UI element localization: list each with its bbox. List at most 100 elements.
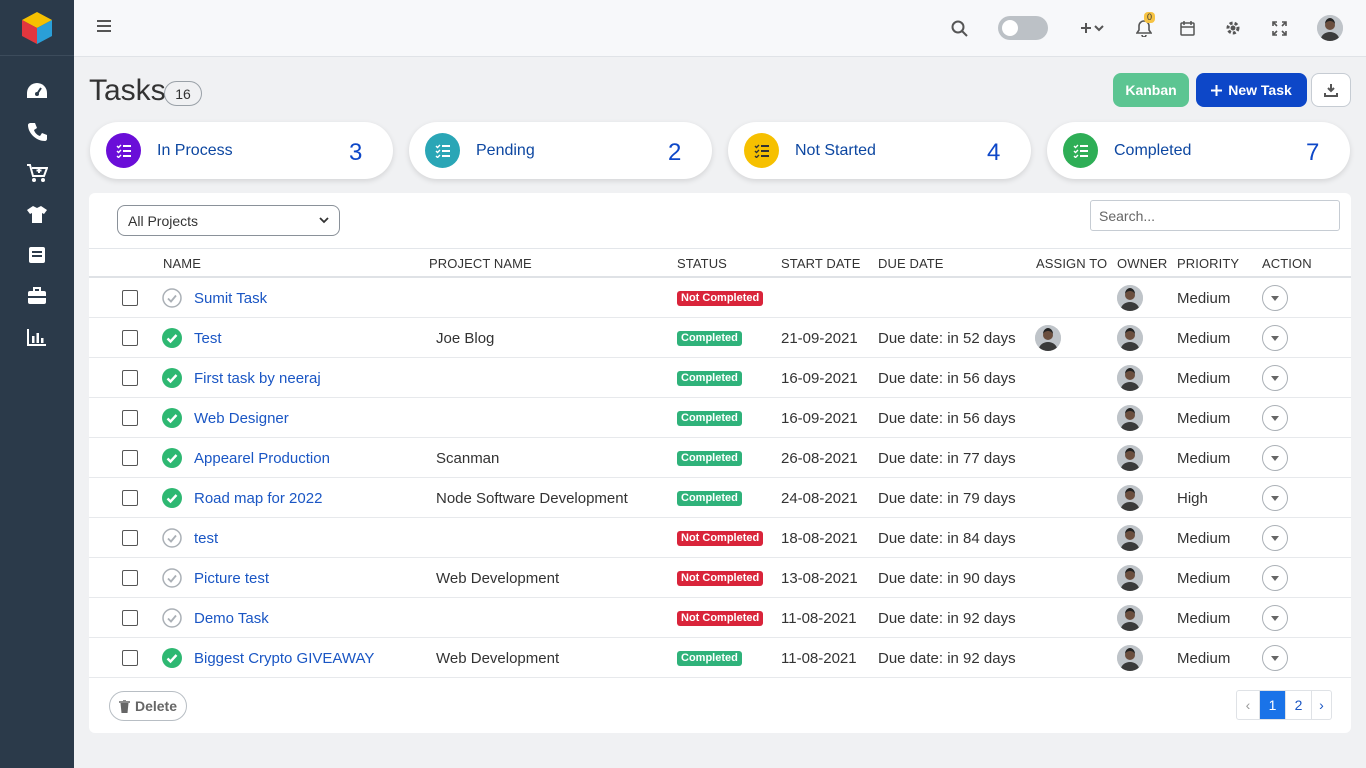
row-checkbox[interactable] bbox=[122, 650, 138, 666]
task-name-link[interactable]: First task by neeraj bbox=[194, 370, 321, 387]
due-date: Due date: in 84 days bbox=[878, 530, 1016, 547]
task-name-link[interactable]: Web Designer bbox=[194, 410, 289, 427]
status-badge: Not Completed bbox=[677, 611, 764, 626]
search-input[interactable] bbox=[1090, 200, 1340, 231]
task-name-link[interactable]: Appearel Production bbox=[194, 450, 330, 467]
pagination-prev[interactable]: ‹ bbox=[1237, 691, 1259, 719]
row-action-dropdown[interactable] bbox=[1262, 405, 1288, 431]
fullscreen-button[interactable] bbox=[1268, 14, 1290, 42]
task-name-link[interactable]: Demo Task bbox=[194, 610, 269, 627]
owner-avatar[interactable] bbox=[1117, 285, 1143, 311]
column-header[interactable]: ACTION bbox=[1262, 256, 1312, 271]
bar-chart-icon bbox=[27, 328, 46, 346]
sidebar-item-reports[interactable] bbox=[0, 316, 74, 357]
row-action-dropdown[interactable] bbox=[1262, 485, 1288, 511]
task-name-link[interactable]: Picture test bbox=[194, 570, 269, 587]
pagination-page-1[interactable]: 1 bbox=[1259, 691, 1285, 719]
check-circle-filled-icon[interactable] bbox=[162, 488, 182, 508]
pagination-page-2[interactable]: 2 bbox=[1285, 691, 1311, 719]
sidebar-item-calls[interactable] bbox=[0, 111, 74, 152]
sidebar-item-cart[interactable] bbox=[0, 152, 74, 193]
calendar-button[interactable] bbox=[1176, 14, 1198, 42]
owner-avatar[interactable] bbox=[1117, 405, 1143, 431]
check-circle-filled-icon[interactable] bbox=[162, 408, 182, 428]
row-action-dropdown[interactable] bbox=[1262, 565, 1288, 591]
search-button[interactable] bbox=[948, 14, 970, 42]
owner-avatar[interactable] bbox=[1117, 365, 1143, 391]
task-name-link[interactable]: Biggest Crypto GIVEAWAY bbox=[194, 650, 374, 667]
stat-card-not-started[interactable]: Not Started 4 bbox=[728, 122, 1031, 179]
assignee-avatar[interactable] bbox=[1035, 325, 1061, 351]
settings-button[interactable] bbox=[1222, 14, 1244, 42]
check-circle-filled-icon[interactable] bbox=[162, 368, 182, 388]
row-action-dropdown[interactable] bbox=[1262, 285, 1288, 311]
row-checkbox[interactable] bbox=[122, 450, 138, 466]
table-row: Test Joe Blog Completed 21-09-2021 Due date:… bbox=[89, 318, 1351, 358]
column-header[interactable]: OWNER bbox=[1117, 256, 1167, 271]
delete-button[interactable]: Delete bbox=[109, 691, 187, 721]
task-name-link[interactable]: Test bbox=[194, 330, 222, 347]
column-header[interactable]: STATUS bbox=[677, 256, 727, 271]
row-action-dropdown[interactable] bbox=[1262, 365, 1288, 391]
priority: Medium bbox=[1177, 450, 1231, 467]
owner-avatar[interactable] bbox=[1117, 485, 1143, 511]
task-name-link[interactable]: Sumit Task bbox=[194, 290, 267, 307]
menu-toggle-button[interactable] bbox=[96, 18, 112, 34]
column-header[interactable]: PRIORITY bbox=[1177, 256, 1239, 271]
row-checkbox[interactable] bbox=[122, 370, 138, 386]
row-checkbox[interactable] bbox=[122, 330, 138, 346]
check-circle-outline-icon[interactable] bbox=[162, 568, 182, 588]
project-filter-select[interactable]: All Projects bbox=[117, 205, 340, 236]
tasks-list-icon bbox=[744, 133, 779, 168]
row-checkbox[interactable] bbox=[122, 530, 138, 546]
stat-label: In Process bbox=[157, 142, 233, 159]
row-action-dropdown[interactable] bbox=[1262, 645, 1288, 671]
owner-avatar[interactable] bbox=[1117, 605, 1143, 631]
check-circle-outline-icon[interactable] bbox=[162, 528, 182, 548]
sidebar-item-dashboard[interactable] bbox=[0, 70, 74, 111]
notifications-button[interactable]: 0 bbox=[1132, 12, 1156, 42]
check-circle-filled-icon[interactable] bbox=[162, 448, 182, 468]
new-task-button[interactable]: New Task bbox=[1196, 73, 1307, 107]
check-circle-outline-icon[interactable] bbox=[162, 608, 182, 628]
row-action-dropdown[interactable] bbox=[1262, 605, 1288, 631]
kanban-button[interactable]: Kanban bbox=[1113, 73, 1189, 107]
column-header[interactable]: START DATE bbox=[781, 256, 861, 271]
column-header[interactable]: ASSIGN TO bbox=[1036, 256, 1107, 271]
task-name-link[interactable]: test bbox=[194, 530, 218, 547]
owner-avatar[interactable] bbox=[1117, 525, 1143, 551]
row-checkbox[interactable] bbox=[122, 610, 138, 626]
task-name-link[interactable]: Road map for 2022 bbox=[194, 490, 322, 507]
owner-avatar[interactable] bbox=[1117, 645, 1143, 671]
row-checkbox[interactable] bbox=[122, 290, 138, 306]
app-logo[interactable] bbox=[0, 0, 74, 56]
user-avatar-button[interactable] bbox=[1316, 14, 1344, 42]
column-header[interactable]: PROJECT NAME bbox=[429, 256, 532, 271]
owner-avatar[interactable] bbox=[1117, 325, 1143, 351]
sidebar-item-inbox[interactable] bbox=[0, 234, 74, 275]
pagination-next[interactable]: › bbox=[1311, 691, 1331, 719]
inbox-icon bbox=[29, 246, 45, 263]
quick-add-button[interactable] bbox=[1078, 14, 1108, 42]
project-filter-value: All Projects bbox=[128, 212, 199, 229]
row-action-dropdown[interactable] bbox=[1262, 525, 1288, 551]
check-circle-filled-icon[interactable] bbox=[162, 648, 182, 668]
check-circle-filled-icon[interactable] bbox=[162, 328, 182, 348]
row-checkbox[interactable] bbox=[122, 490, 138, 506]
owner-avatar[interactable] bbox=[1117, 445, 1143, 471]
download-button[interactable] bbox=[1311, 73, 1351, 107]
column-header[interactable]: DUE DATE bbox=[878, 256, 944, 271]
stat-card-pending[interactable]: Pending 2 bbox=[409, 122, 712, 179]
column-header[interactable]: NAME bbox=[163, 256, 201, 271]
owner-avatar[interactable] bbox=[1117, 565, 1143, 591]
check-circle-outline-icon[interactable] bbox=[162, 288, 182, 308]
row-action-dropdown[interactable] bbox=[1262, 445, 1288, 471]
row-checkbox[interactable] bbox=[122, 570, 138, 586]
row-checkbox[interactable] bbox=[122, 410, 138, 426]
sidebar-item-products[interactable] bbox=[0, 193, 74, 234]
row-action-dropdown[interactable] bbox=[1262, 325, 1288, 351]
stat-card-completed[interactable]: Completed 7 bbox=[1047, 122, 1350, 179]
sidebar-item-projects[interactable] bbox=[0, 275, 74, 316]
stat-card-in-process[interactable]: In Process 3 bbox=[90, 122, 393, 179]
theme-toggle[interactable] bbox=[998, 14, 1048, 42]
